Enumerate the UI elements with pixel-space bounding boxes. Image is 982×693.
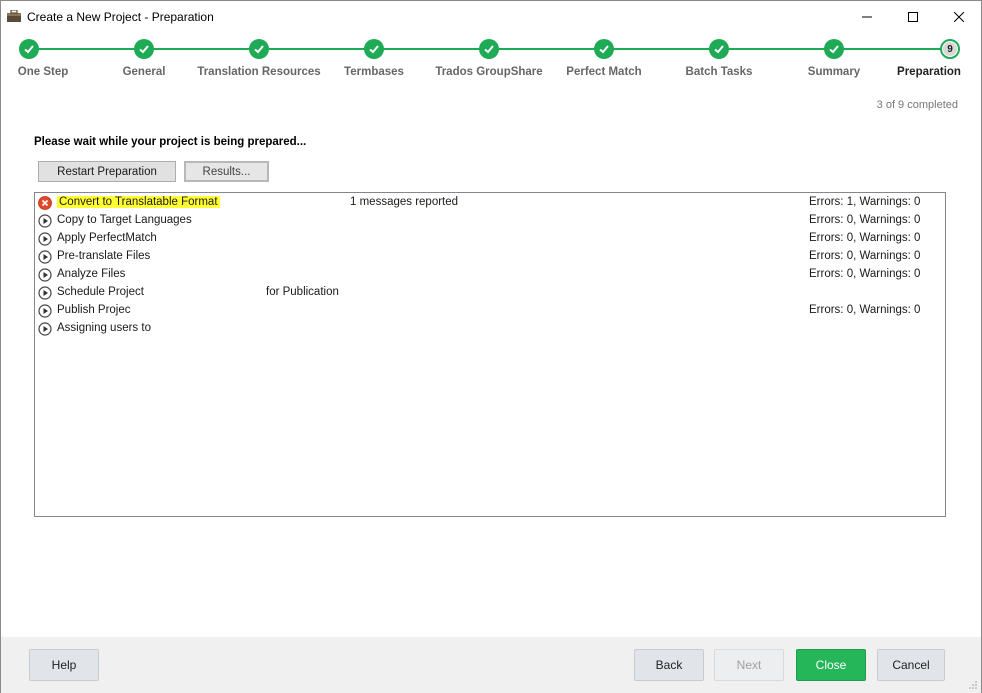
step-label[interactable]: General	[123, 66, 166, 78]
step-complete-icon[interactable]	[479, 39, 499, 59]
help-button[interactable]: Help	[29, 649, 99, 681]
footer-bar: Help Back Next Close Cancel	[1, 637, 981, 693]
status-message: Please wait while your project is being …	[34, 136, 307, 148]
checkmark-icon	[829, 45, 839, 54]
step-label[interactable]: Translation Resources	[197, 66, 320, 78]
step-label[interactable]: Preparation	[897, 66, 961, 78]
results-button[interactable]: Results...	[184, 161, 269, 182]
title-bar: Create a New Project - Preparation	[1, 1, 981, 32]
play-icon	[38, 232, 52, 246]
close-window-button[interactable]	[936, 1, 982, 32]
task-name: Publish Projec	[57, 304, 131, 316]
play-icon	[38, 322, 52, 336]
minimize-button[interactable]	[844, 1, 890, 32]
task-result: Errors: 0, Warnings: 0	[809, 304, 921, 316]
task-name: Pre-translate Files	[57, 250, 151, 262]
task-name: Schedule Project	[57, 286, 144, 298]
step-complete-icon[interactable]	[594, 39, 614, 59]
minimize-icon	[862, 16, 872, 17]
step-complete-icon[interactable]	[134, 39, 154, 59]
play-icon	[38, 214, 52, 228]
checkmark-icon	[369, 45, 379, 54]
task-row[interactable]: Assigning users to	[35, 320, 945, 338]
task-result: Errors: 0, Warnings: 0	[809, 214, 921, 226]
play-icon	[38, 250, 52, 264]
task-result: Errors: 0, Warnings: 0	[809, 232, 921, 244]
task-result: Errors: 0, Warnings: 0	[809, 268, 921, 280]
play-icon	[38, 304, 52, 318]
cancel-button[interactable]: Cancel	[877, 649, 945, 681]
task-list[interactable]: Convert to Translatable Format 1 messages…	[34, 192, 946, 517]
task-message: 1 messages reported	[350, 196, 459, 208]
step-complete-icon[interactable]	[364, 39, 384, 59]
back-button[interactable]: Back	[634, 649, 704, 681]
maximize-icon	[908, 11, 918, 22]
step-label[interactable]: One Step	[18, 66, 68, 78]
task-row[interactable]: Convert to Translatable Format 1 messages…	[35, 194, 945, 212]
task-row[interactable]: Schedule Project for Publication	[35, 284, 945, 302]
wizard-window: Create a New Project - Preparation One S…	[0, 0, 982, 693]
close-button[interactable]: Close	[796, 649, 866, 681]
step-label[interactable]: Batch Tasks	[686, 66, 753, 78]
next-button: Next	[714, 649, 784, 681]
task-name: Analyze Files	[57, 268, 126, 280]
error-icon	[38, 196, 52, 210]
step-complete-icon[interactable]	[709, 39, 729, 59]
close-icon	[954, 11, 964, 22]
checkmark-icon	[714, 45, 724, 54]
task-row[interactable]: Analyze Files Errors: 0, Warnings: 0	[35, 266, 945, 284]
step-complete-icon[interactable]	[19, 39, 39, 59]
checkmark-icon	[599, 45, 609, 54]
maximize-button[interactable]	[890, 1, 936, 32]
step-label[interactable]: Termbases	[344, 66, 404, 78]
step-label[interactable]: Trados GroupShare	[435, 66, 542, 78]
task-name: Assigning users to	[57, 322, 151, 334]
step-complete-icon[interactable]	[249, 39, 269, 59]
step-complete-icon[interactable]	[824, 39, 844, 59]
task-row[interactable]: Copy to Target Languages Errors: 0, Warni…	[35, 212, 945, 230]
step-current-indicator[interactable]: 9	[940, 39, 960, 59]
resize-grip-icon[interactable]	[968, 680, 978, 690]
step-number: 9	[943, 42, 957, 56]
checkmark-icon	[24, 45, 34, 54]
task-name: Apply PerfectMatch	[57, 232, 157, 244]
wizard-stepper: One Step General Translation Resources Term…	[1, 37, 981, 87]
step-label[interactable]: Summary	[808, 66, 860, 78]
progress-text: 3 of 9 completed	[876, 99, 958, 111]
task-result: Errors: 1, Warnings: 0	[809, 196, 921, 208]
play-icon	[38, 286, 52, 300]
task-name: Copy to Target Languages	[57, 214, 192, 226]
task-row[interactable]: Apply PerfectMatch Errors: 0, Warnings: 0	[35, 230, 945, 248]
task-row[interactable]: Publish Projec Errors: 0, Warnings: 0	[35, 302, 945, 320]
checkmark-icon	[484, 45, 494, 54]
restart-preparation-button[interactable]: Restart Preparation	[38, 161, 176, 182]
step-label[interactable]: Perfect Match	[566, 66, 641, 78]
briefcase-icon	[7, 10, 21, 22]
checkmark-icon	[139, 45, 149, 54]
task-row[interactable]: Pre-translate Files Errors: 0, Warnings: …	[35, 248, 945, 266]
window-title: Create a New Project - Preparation	[27, 10, 214, 24]
task-result: Errors: 0, Warnings: 0	[809, 250, 921, 262]
checkmark-icon	[254, 45, 264, 54]
task-message: for Publication	[266, 286, 339, 298]
play-icon	[38, 268, 52, 282]
task-name: Convert to Translatable Format	[57, 196, 220, 208]
